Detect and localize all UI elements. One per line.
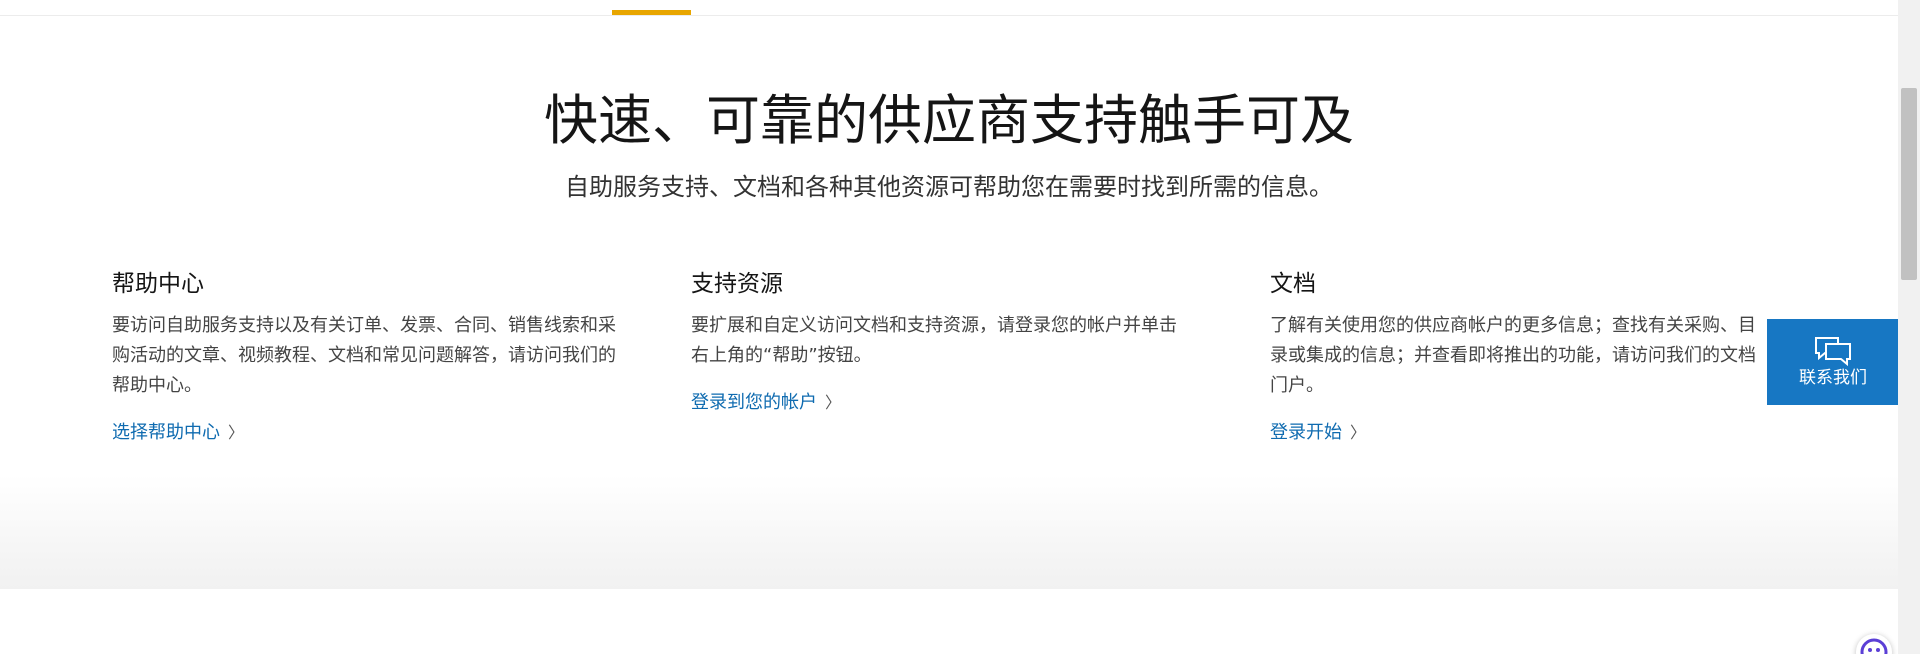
link-label: 登录到您的帐户	[691, 392, 817, 413]
login-account-link[interactable]: 登录到您的帐户〉	[691, 389, 841, 417]
link-label: 选择帮助中心	[112, 422, 220, 443]
help-center-column: 帮助中心 要访问自助服务支持以及有关订单、发票、合同、销售线索和采购活动的文章、…	[112, 269, 632, 447]
chevron-right-icon: 〉	[825, 393, 842, 412]
section-subtitle: 自助服务支持、文档和各种其他资源可帮助您在需要时找到所需的信息。	[565, 173, 1333, 201]
support-resources-heading: 支持资源	[691, 271, 783, 297]
contact-us-button[interactable]: 联系我们	[1767, 319, 1899, 405]
chat-assistant-button[interactable]	[1856, 634, 1892, 654]
chevron-right-icon: 〉	[228, 423, 245, 442]
select-help-center-link[interactable]: 选择帮助中心〉	[112, 419, 244, 447]
help-center-heading: 帮助中心	[112, 271, 204, 297]
documentation-description: 了解有关使用您的供应商帐户的更多信息；查找有关采购、目录或集成的信息；并查看即将…	[1270, 315, 1756, 396]
support-resources-description: 要扩展和自定义访问文档和支持资源，请登录您的帐户并单击右上角的“帮助”按钮。	[691, 315, 1177, 366]
page-viewport: 快速、可靠的供应商支持触手可及 自助服务支持、文档和各种其他资源可帮助您在需要时…	[0, 0, 1920, 654]
documentation-heading: 文档	[1270, 271, 1316, 297]
login-start-link[interactable]: 登录开始〉	[1270, 419, 1366, 447]
documentation-column: 文档 了解有关使用您的供应商帐户的更多信息；查找有关采购、目录或集成的信息；并查…	[1270, 269, 1770, 447]
link-label: 登录开始	[1270, 422, 1342, 443]
chevron-right-icon: 〉	[1350, 423, 1367, 442]
section-title: 快速、可靠的供应商支持触手可及	[544, 89, 1354, 152]
active-tab-indicator	[612, 10, 691, 15]
top-navigation-bar	[0, 0, 1898, 16]
chat-bubbles-icon	[1815, 337, 1851, 366]
support-resources-column: 支持资源 要扩展和自定义访问文档和支持资源，请登录您的帐户并单击右上角的“帮助”…	[691, 269, 1191, 417]
scrollbar-thumb[interactable]	[1901, 88, 1917, 280]
supplier-support-section: 快速、可靠的供应商支持触手可及 自助服务支持、文档和各种其他资源可帮助您在需要时…	[0, 16, 1898, 589]
vertical-scrollbar[interactable]	[1898, 0, 1920, 654]
help-center-description: 要访问自助服务支持以及有关订单、发票、合同、销售线索和采购活动的文章、视频教程、…	[112, 315, 616, 396]
assistant-face-icon	[1860, 638, 1888, 654]
contact-us-label: 联系我们	[1799, 368, 1867, 388]
